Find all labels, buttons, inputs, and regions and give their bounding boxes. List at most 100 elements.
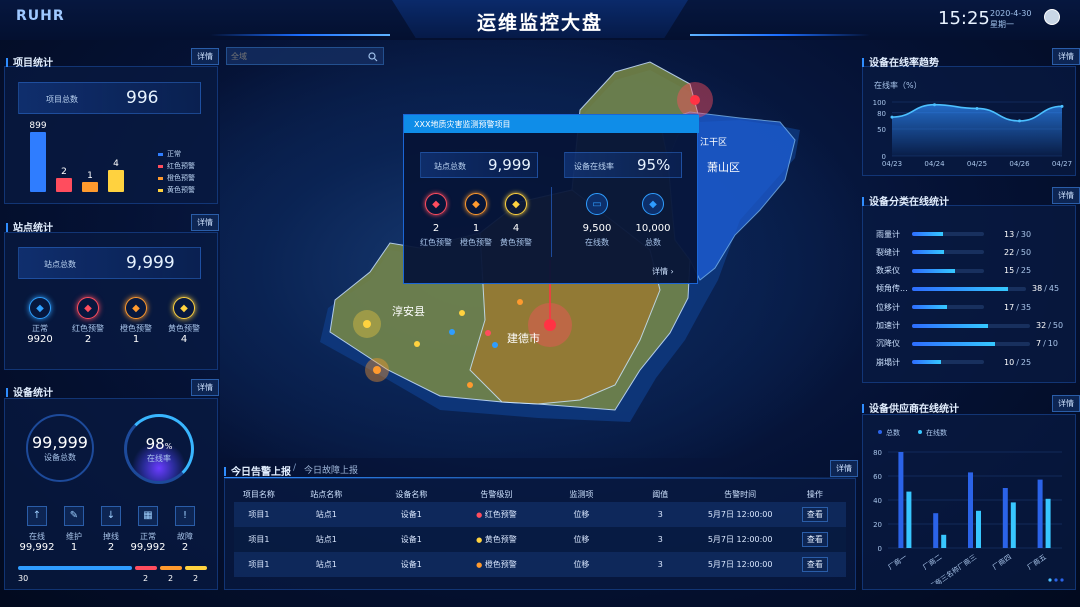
category-sep: / bbox=[1016, 357, 1019, 367]
category-progress bbox=[912, 268, 984, 273]
table-cell-level: ● 红色预警 bbox=[454, 502, 539, 527]
alarm-tab-fault[interactable]: 今日故障上报 bbox=[304, 463, 358, 476]
table-row[interactable]: 项目1 站点1 设备1 ● 红色预警 位移 3 5月7日 12:00:00 查看 bbox=[234, 502, 846, 527]
table-header-cell: 项目名称 bbox=[242, 489, 275, 499]
device-total-label: 设备总数 bbox=[44, 453, 76, 462]
category-progress-fill bbox=[912, 250, 944, 255]
project-legend: 正常 红色预警 橙色预警 黄色预警 bbox=[158, 148, 195, 196]
table-cell-site: 站点1 bbox=[315, 535, 337, 544]
device-bottom-bar: 30 2 2 2 bbox=[18, 566, 208, 586]
project-bar bbox=[108, 170, 124, 192]
table-cell-item: 位移 bbox=[573, 510, 590, 519]
app-logo: RUHR bbox=[16, 8, 65, 24]
map-place-jiande: 建德市 bbox=[507, 331, 540, 345]
map-orange-dot bbox=[373, 366, 381, 374]
site-panel-title: 站点统计 bbox=[6, 219, 53, 234]
alert-icon: ! bbox=[175, 506, 195, 526]
project-detail-button[interactable]: 详情 bbox=[191, 48, 219, 65]
category-total: 25 bbox=[1020, 357, 1032, 367]
popup-detail-link[interactable]: 详情 › bbox=[652, 266, 674, 277]
category-row: 沉降仪 7/10 bbox=[876, 337, 1072, 351]
header-line-right bbox=[690, 34, 870, 36]
category-total: 50 bbox=[1020, 247, 1032, 257]
table-row[interactable]: 项目1 站点1 设备1 ● 橙色预警 位移 3 5月7日 12:00:00 查看 bbox=[234, 552, 846, 577]
popup-alert-item: ◆ 1 橙色预警 bbox=[456, 193, 496, 248]
table-cell-site: 站点1 bbox=[315, 560, 337, 569]
popup-device-item: ▭ 9,500 在线数 bbox=[572, 193, 622, 248]
popup-alert-value: 4 bbox=[512, 223, 520, 234]
table-cell-action: 查看 bbox=[784, 552, 846, 577]
category-progress-fill bbox=[912, 341, 995, 346]
table-cell-threshold: 3 bbox=[657, 535, 663, 544]
alarm-tab-today[interactable]: 今日告警上报 bbox=[224, 463, 291, 478]
table-cell-time: 5月7日 12:00:00 bbox=[707, 560, 773, 569]
device-rate-value: 98% bbox=[146, 435, 173, 453]
vendor-detail-button[interactable]: 详情 bbox=[1052, 395, 1080, 412]
trend-detail-button[interactable]: 详情 bbox=[1052, 48, 1080, 65]
site-status-value: 4 bbox=[180, 334, 188, 345]
view-button[interactable]: 查看 bbox=[801, 532, 828, 547]
alert-level-icon: ● bbox=[476, 561, 483, 569]
site-detail-button[interactable]: 详情 bbox=[191, 214, 219, 231]
bell-icon: ◆ bbox=[425, 193, 447, 215]
table-cell-time: 5月7日 12:00:00 bbox=[707, 510, 773, 519]
site-status-label: 黄色预警 bbox=[168, 324, 200, 333]
clock-time: 15:25 bbox=[938, 8, 990, 29]
table-cell-project: 项目1 bbox=[248, 560, 270, 569]
device-status-value: 1 bbox=[70, 542, 78, 553]
monitor-icon: ▭ bbox=[586, 193, 608, 215]
site-status-item: ◆ 黄色预警 4 bbox=[164, 297, 204, 345]
map-dot-f bbox=[414, 341, 420, 347]
user-avatar[interactable] bbox=[1044, 9, 1060, 25]
device-bottom-value: 2 bbox=[168, 574, 174, 583]
map-dot-d bbox=[449, 329, 455, 335]
table-header-cell: 监测项 bbox=[569, 489, 594, 499]
site-status-value: 1 bbox=[132, 334, 140, 345]
map-place-chunan: 淳安县 bbox=[392, 304, 425, 318]
category-progress bbox=[912, 305, 984, 310]
vendor-xtick: 厂商四 bbox=[991, 552, 1013, 571]
weekday-value: 星期一 bbox=[990, 20, 1014, 29]
region-search[interactable] bbox=[226, 47, 384, 65]
table-cell-threshold: 3 bbox=[657, 560, 663, 569]
category-online: 15 bbox=[1004, 266, 1015, 276]
trend-ytick: 80 bbox=[877, 110, 886, 118]
project-bar-value: 1 bbox=[87, 171, 93, 181]
site-total-value: 9,999 bbox=[126, 253, 175, 273]
vendor-ytick: 0 bbox=[878, 545, 882, 553]
region-search-input[interactable] bbox=[231, 50, 361, 62]
view-button[interactable]: 查看 bbox=[801, 507, 828, 522]
site-status-label: 橙色预警 bbox=[120, 324, 152, 333]
category-label: 倾角传... bbox=[876, 284, 908, 294]
legend-label: 红色预警 bbox=[167, 162, 195, 170]
search-icon[interactable] bbox=[368, 52, 378, 62]
view-button[interactable]: 查看 bbox=[801, 557, 828, 572]
legend-swatch bbox=[158, 152, 163, 156]
category-progress-fill bbox=[912, 305, 947, 310]
alarm-detail-button[interactable]: 详情 bbox=[830, 460, 858, 477]
table-row[interactable]: 项目1 站点1 设备1 ● 黄色预警 位移 3 5月7日 12:00:00 查看 bbox=[234, 527, 846, 552]
map-place-jianggan: 江干区 bbox=[700, 137, 727, 148]
vendor-bar bbox=[1037, 479, 1043, 548]
category-detail-button[interactable]: 详情 bbox=[1052, 187, 1080, 204]
device-status-label: 故障 bbox=[177, 532, 193, 541]
table-cell-project: 项目1 bbox=[248, 535, 270, 544]
vendor-ytick: 20 bbox=[873, 521, 882, 529]
table-header-cell: 告警级别 bbox=[480, 489, 513, 499]
vendor-bar bbox=[906, 491, 912, 548]
device-status-item: ! 故障 2 bbox=[166, 506, 204, 553]
category-row: 雨量计 13/30 bbox=[876, 227, 1072, 241]
category-online: 32 bbox=[1036, 321, 1047, 330]
popup-online-value: 95% bbox=[637, 156, 671, 174]
device-detail-button[interactable]: 详情 bbox=[191, 379, 219, 396]
legend-item: 黄色预警 bbox=[158, 184, 195, 196]
site-status-row: ◆ 正常 9920 ◆ 红色预警 2 ◆ 橙色预警 1 ◆ 黄色预警 4 bbox=[20, 297, 210, 357]
trend-point bbox=[1018, 119, 1021, 123]
legend-swatch bbox=[158, 188, 163, 192]
category-progress bbox=[912, 360, 984, 365]
site-status-label: 红色预警 bbox=[72, 324, 104, 333]
table-header-cell: 告警时间 bbox=[724, 489, 757, 499]
popup-device-label: 在线数 bbox=[585, 238, 609, 247]
trend-point bbox=[975, 106, 979, 110]
device-rate-label: 在线率 bbox=[147, 453, 171, 463]
